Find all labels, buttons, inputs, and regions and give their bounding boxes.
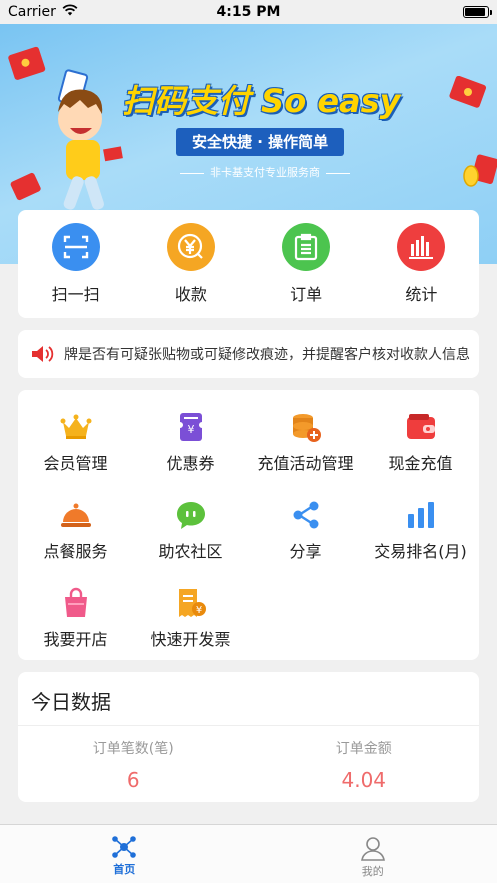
statistics-label: 统计 [405,285,438,304]
speaker-icon [32,346,54,362]
collect-payment-button[interactable]: 收款 [141,223,241,305]
services-row: 会员管理 ¥ 优惠券 充值活动管理 现金充值 [18,396,479,484]
tab-home[interactable]: 首页 [0,825,249,883]
clipboard-icon [282,223,331,271]
shopping-bag-icon [59,586,93,620]
scan-button[interactable]: 扫一扫 [26,223,126,305]
svg-text:¥: ¥ [195,605,201,616]
transaction-ranking-button[interactable]: 交易排名(月) [363,484,478,572]
order-amount-value: 4.04 [341,768,387,792]
services-grid: 会员管理 ¥ 优惠券 充值活动管理 现金充值 点餐服务 助农社区 分享 交易排名… [18,390,479,660]
farm-community-label: 助农社区 [158,542,223,561]
share-icon [289,498,323,532]
cash-recharge-button[interactable]: 现金充值 [363,396,478,484]
food-cloche-icon [59,498,93,532]
ranking-bars-icon [404,498,438,532]
member-management-label: 会员管理 [43,454,108,473]
today-stats-card: 今日数据 订单笔数(笔) 6 订单金额 4.04 [18,672,479,802]
coupon-button[interactable]: ¥ 优惠券 [133,396,248,484]
open-store-button[interactable]: 我要开店 [18,572,133,660]
battery-icon [463,6,492,18]
order-amount-stat[interactable]: 订单金额 4.04 [249,726,480,792]
tab-mine[interactable]: 我的 [249,825,497,883]
carrier-label: Carrier [8,4,56,20]
today-stats-title: 今日数据 [18,672,479,726]
quick-actions-card: 扫一扫 收款 订单 统计 [18,210,479,318]
chat-bubble-icon [174,498,208,532]
crown-icon [59,410,93,444]
order-amount-label: 订单金额 [335,741,392,757]
quick-invoice-label: 快速开发票 [150,630,231,649]
order-food-button[interactable]: 点餐服务 [18,484,133,572]
wifi-icon [62,4,78,20]
banner-subtitle: 安全快捷 · 操作简单 [176,128,345,156]
share-label: 分享 [289,542,322,561]
services-row: 点餐服务 助农社区 分享 交易排名(月) [18,484,479,572]
banner-title: 扫码支付 So easy [122,82,401,120]
tab-bar: 首页 我的 [0,824,497,883]
person-icon [360,837,385,861]
notice-bar[interactable]: 牌是否有可疑张贴物或可疑修改痕迹，并提醒客户核对收款人信息 [18,330,479,378]
tab-mine-label: 我的 [361,865,384,878]
farm-community-button[interactable]: 助农社区 [133,484,248,572]
red-envelope-icon [449,76,487,108]
invoice-icon: ¥ [174,586,208,620]
notice-text: 牌是否有可疑张贴物或可疑修改痕迹，并提醒客户核对收款人信息 [64,347,470,363]
bar-chart-icon [397,223,446,271]
quick-invoice-button[interactable]: ¥ 快速开发票 [133,572,248,660]
coin-stack-icon [289,410,323,444]
scan-icon [51,223,100,271]
gold-coin-icon [463,165,479,187]
tab-home-label: 首页 [113,863,136,876]
coupon-label: 优惠券 [166,454,215,473]
recharge-activity-label: 充值活动管理 [257,454,354,473]
stats-row: 订单笔数(笔) 6 订单金额 4.04 [18,726,479,792]
banner-caption: 非卡基支付专业服务商 [150,164,380,180]
status-bar: Carrier 4:15 PM [0,0,497,24]
orders-label: 订单 [290,285,323,304]
statistics-button[interactable]: 统计 [371,223,471,305]
status-left: Carrier [8,4,78,20]
order-count-label: 订单笔数(笔) [92,741,174,757]
share-button[interactable]: 分享 [248,484,363,572]
recharge-activity-button[interactable]: 充值活动管理 [248,396,363,484]
cartoon-boy-illustration [57,69,123,210]
home-network-icon [112,836,137,858]
order-count-value: 6 [126,768,140,792]
yuan-icon [166,223,215,271]
services-row: 我要开店 ¥ 快速开发票 [18,572,479,660]
open-store-label: 我要开店 [43,630,108,649]
wallet-icon [404,410,438,444]
collect-label: 收款 [174,285,207,304]
member-management-button[interactable]: 会员管理 [18,396,133,484]
coupon-icon: ¥ [174,410,208,444]
cash-recharge-label: 现金充值 [388,454,453,473]
red-envelope-icon [10,172,41,201]
scan-label: 扫一扫 [51,285,100,304]
transaction-ranking-label: 交易排名(月) [374,542,467,561]
order-food-label: 点餐服务 [43,542,108,561]
order-count-stat[interactable]: 订单笔数(笔) 6 [18,726,249,792]
svg-text:¥: ¥ [187,423,194,436]
orders-button[interactable]: 订单 [256,223,356,305]
